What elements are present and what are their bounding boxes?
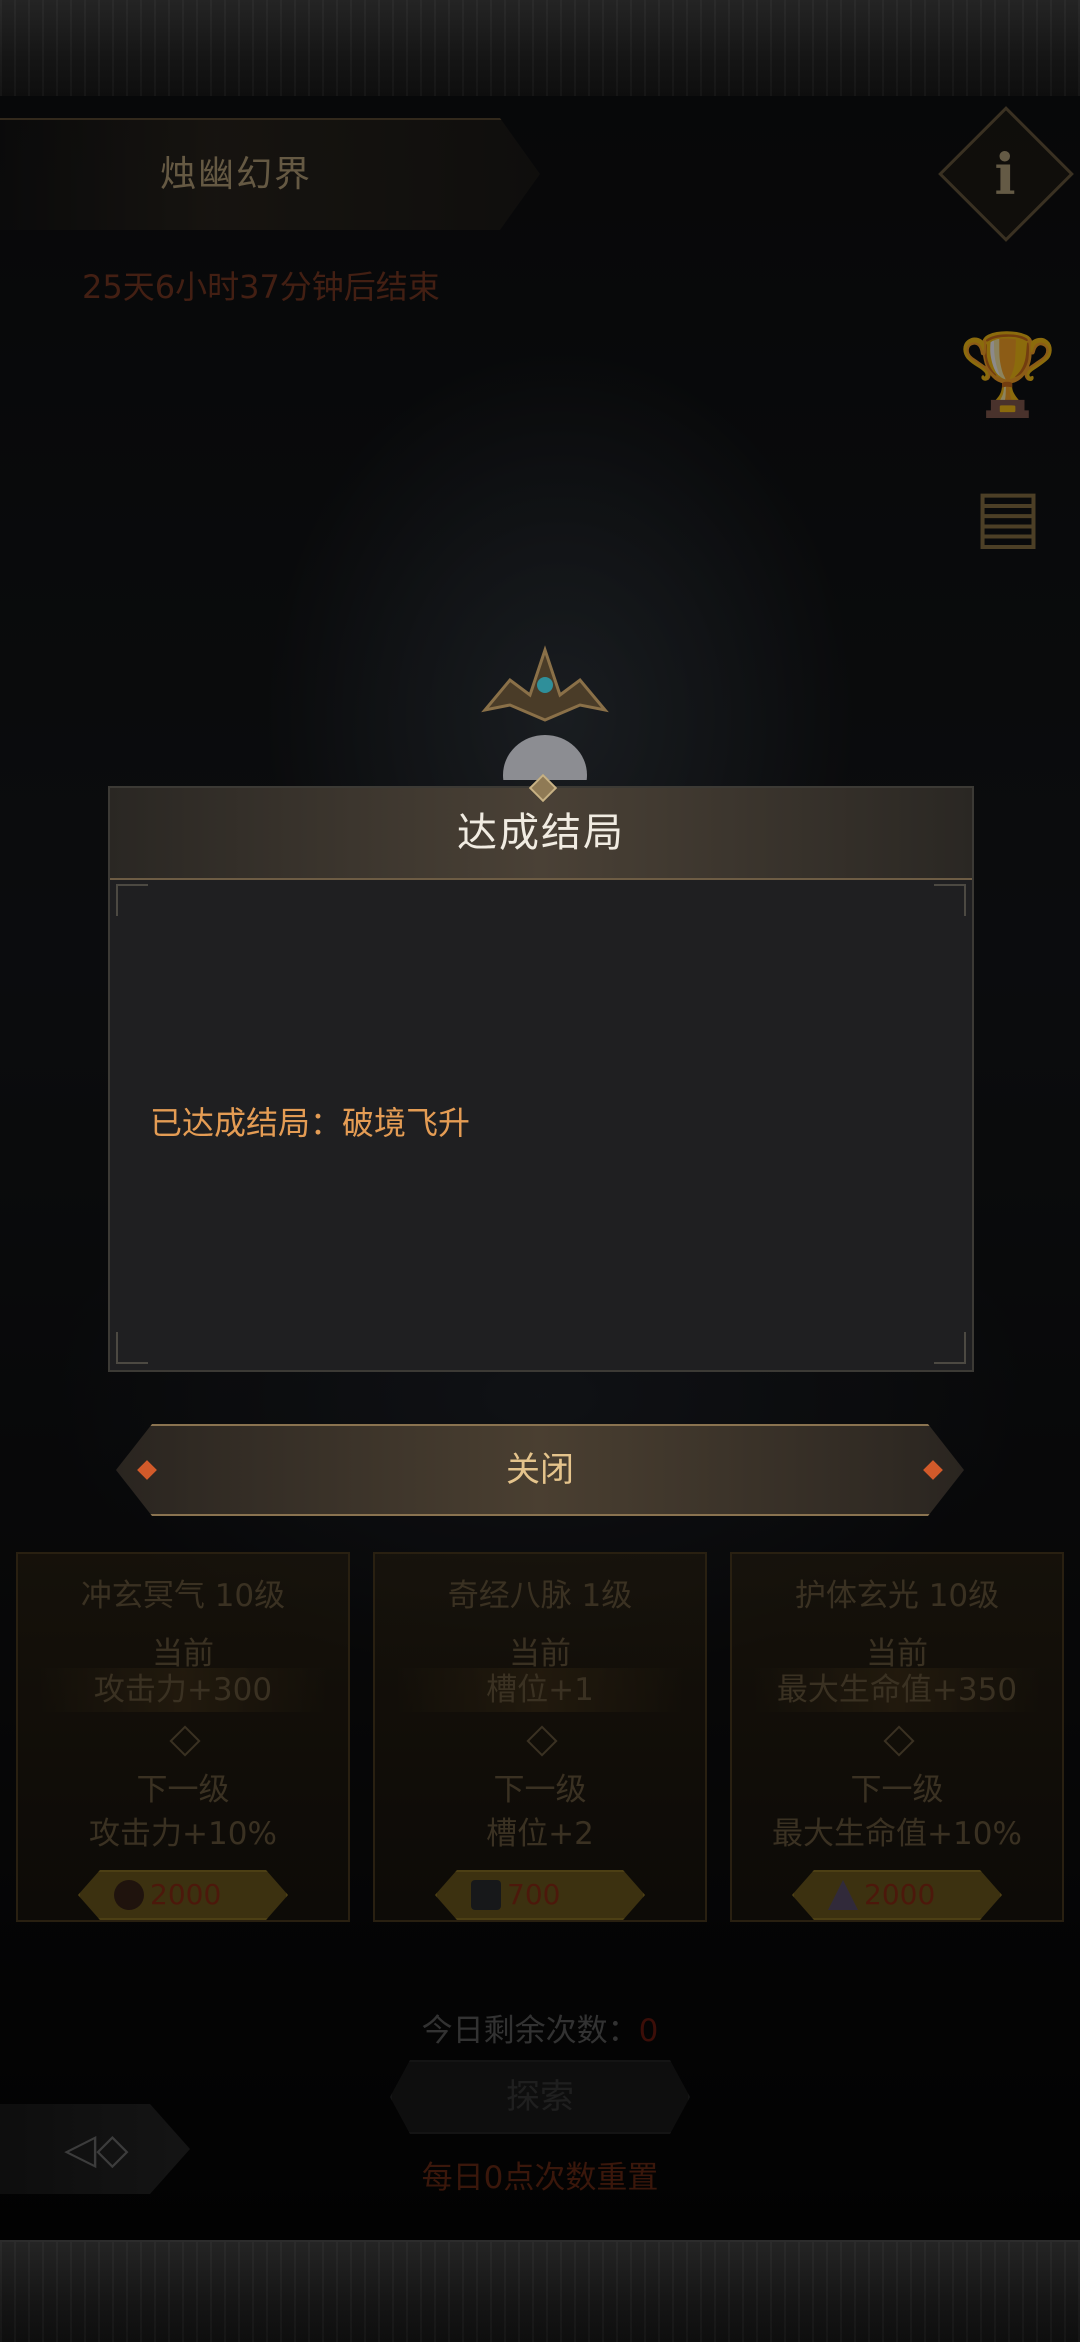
ending-dialog: 达成结局 已达成结局：破境飞升 bbox=[108, 773, 974, 1372]
corner-ornament bbox=[934, 884, 966, 916]
corner-ornament bbox=[116, 884, 148, 916]
dialog-title: 达成结局 bbox=[457, 810, 625, 856]
crown-ornament bbox=[481, 645, 609, 780]
bottom-frame bbox=[0, 2240, 1080, 2342]
dialog-header: 达成结局 bbox=[110, 788, 972, 880]
corner-ornament bbox=[116, 1332, 148, 1364]
dialog-message: 已达成结局：破境飞升 bbox=[150, 1104, 471, 1142]
close-button-label[interactable]: 关闭 bbox=[116, 1424, 964, 1516]
corner-ornament bbox=[934, 1332, 966, 1364]
top-frame bbox=[0, 0, 1080, 98]
